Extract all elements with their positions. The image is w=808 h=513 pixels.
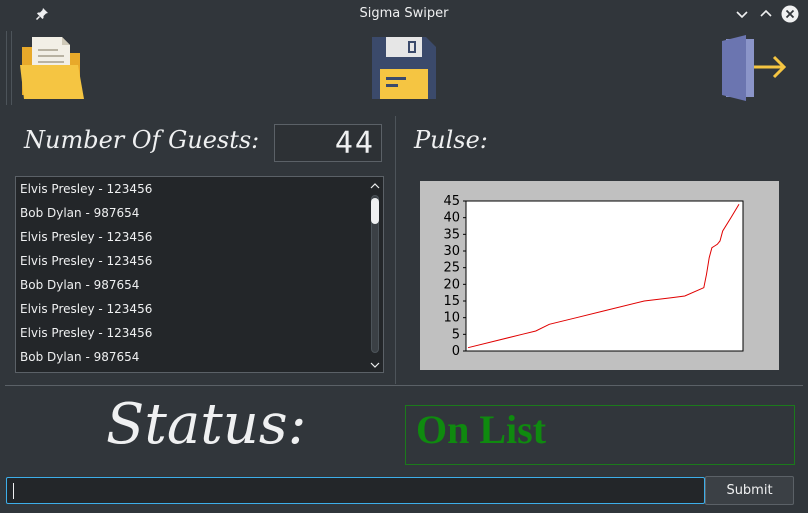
y-tick-label: 25 — [443, 261, 460, 276]
floppy-disk-icon[interactable] — [370, 33, 438, 101]
vertical-divider — [395, 116, 396, 384]
y-tick-label: 10 — [443, 311, 460, 326]
status-label: Status: — [106, 392, 307, 457]
text-caret — [13, 483, 14, 499]
toolbar — [0, 29, 808, 109]
window-title: Sigma Swiper — [359, 6, 449, 21]
toolbar-grip[interactable] — [6, 31, 12, 105]
minimize-icon[interactable] — [733, 5, 751, 23]
scroll-up-icon[interactable] — [370, 182, 380, 190]
scroll-down-icon[interactable] — [370, 361, 380, 369]
list-item[interactable]: Bob Dylan - 987654 — [16, 345, 367, 369]
folder-icon[interactable] — [18, 33, 86, 101]
submit-button[interactable]: Submit — [705, 476, 794, 505]
y-tick-label: 30 — [443, 244, 460, 259]
guest-count: 44 — [334, 126, 375, 161]
title-bar: Sigma Swiper — [0, 0, 808, 29]
exit-door-icon[interactable] — [720, 33, 788, 101]
plot-area — [465, 200, 744, 352]
card-input[interactable] — [6, 477, 705, 504]
list-item[interactable]: Elvis Presley - 123456 — [16, 297, 367, 321]
guest-list-rows: Elvis Presley - 123456 Bob Dylan - 987654… — [16, 177, 367, 369]
list-item[interactable]: Elvis Presley - 123456 — [16, 321, 367, 345]
scrollbar[interactable] — [367, 177, 383, 372]
pulse-label: Pulse: — [414, 126, 488, 154]
horizontal-divider — [5, 385, 803, 386]
guests-label: Number Of Guests: — [24, 126, 260, 154]
close-icon[interactable] — [781, 5, 799, 23]
y-tick-label: 35 — [443, 227, 460, 242]
y-tick-label: 20 — [443, 277, 460, 292]
list-item[interactable]: Elvis Presley - 123456 — [16, 249, 367, 273]
y-tick-label: 45 — [443, 194, 460, 209]
list-item[interactable]: Elvis Presley - 123456 — [16, 177, 367, 201]
y-tick-label: 40 — [443, 211, 460, 226]
guest-count-display: 44 — [274, 124, 382, 162]
status-box: On List — [405, 405, 795, 465]
list-item[interactable]: Bob Dylan - 987654 — [16, 201, 367, 225]
list-item[interactable]: Bob Dylan - 987654 — [16, 273, 367, 297]
pulse-chart: 45 4035 30 2520 15 105 0 — [420, 181, 779, 370]
status-value: On List — [416, 407, 547, 452]
list-item[interactable]: Elvis Presley - 123456 — [16, 225, 367, 249]
y-tick-label: 15 — [443, 294, 460, 309]
scrollbar-thumb[interactable] — [371, 198, 379, 224]
y-tick-label: 5 — [452, 327, 460, 342]
y-tick-label: 0 — [452, 344, 460, 359]
guest-list[interactable]: Elvis Presley - 123456 Bob Dylan - 987654… — [15, 176, 384, 373]
maximize-icon[interactable] — [757, 5, 775, 23]
